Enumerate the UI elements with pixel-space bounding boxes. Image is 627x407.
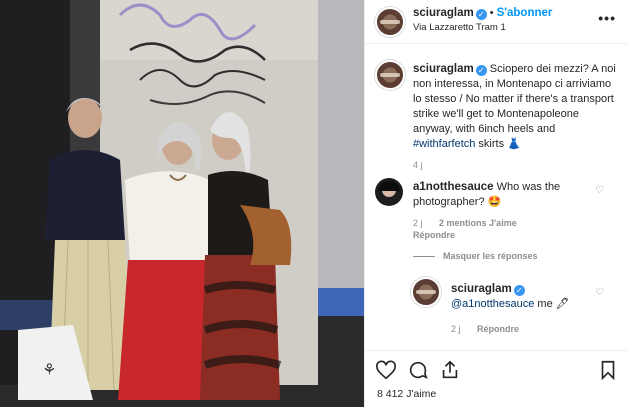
like-heart-icon[interactable] <box>375 359 397 381</box>
verified-badge-icon: ✓ <box>475 9 487 20</box>
reply-text: me 🖋 <box>534 298 570 310</box>
caption-username[interactable]: sciuraglam <box>413 63 474 75</box>
header-username[interactable]: sciuraglam <box>413 7 474 19</box>
verified-badge-icon: ✓ <box>475 65 487 76</box>
post-side-panel: sciuraglam ✓ • S'abonner Via Lazzaretto Tra… <box>364 0 627 407</box>
reply-comment: sciuraglam ✓ @a1notthesauce me 🖋 2 j Répo… <box>451 282 591 334</box>
post-photo[interactable]: ⚘ <box>0 0 364 407</box>
comments-section: sciuraglam ✓ Sciopero dei mezzi? A noi no… <box>365 45 627 350</box>
commenter-username[interactable]: a1notthesauce <box>413 181 494 193</box>
likes-count[interactable]: 8 412 J'aime <box>377 388 436 400</box>
hashtag-link[interactable]: #withfarfetch <box>413 138 475 150</box>
post-actions: 8 412 J'aime <box>365 350 627 407</box>
comment: a1notthesauce Who was the photographer? … <box>413 180 593 261</box>
mention-link[interactable]: @a1notthesauce <box>451 298 534 310</box>
location-link[interactable]: Via Lazzaretto Tram 1 <box>413 22 506 33</box>
post-header: sciuraglam ✓ • S'abonner Via Lazzaretto Tra… <box>365 0 627 44</box>
comment-like-heart-icon[interactable]: ♡ <box>595 185 604 196</box>
comment-bubble-icon[interactable] <box>407 359 429 381</box>
caption-text-end: skirts 👗 <box>475 138 521 150</box>
commenter-avatar[interactable] <box>375 178 403 206</box>
photo-illustration: ⚘ <box>0 0 364 407</box>
caption-avatar[interactable] <box>375 60 405 90</box>
svg-text:⚘: ⚘ <box>42 360 56 379</box>
comment-time[interactable]: 2 j <box>413 218 423 228</box>
verified-badge-icon: ✓ <box>513 285 525 296</box>
reply-reply-button[interactable]: Répondre <box>477 324 519 334</box>
hide-replies-button[interactable]: Masquer les réponses <box>413 251 593 261</box>
follow-button[interactable]: S'abonner <box>497 7 553 19</box>
reply-button[interactable]: Répondre <box>413 230 455 240</box>
bookmark-icon[interactable] <box>597 359 619 381</box>
caption-time[interactable]: 4 j <box>413 160 618 170</box>
caption: sciuraglam ✓ Sciopero dei mezzi? A noi no… <box>413 62 618 170</box>
reply-username[interactable]: sciuraglam <box>451 283 512 295</box>
reply-time[interactable]: 2 j <box>451 324 461 334</box>
reply-like-heart-icon[interactable]: ♡ <box>595 287 604 298</box>
avatar[interactable] <box>375 7 405 37</box>
reply-avatar[interactable] <box>411 277 441 307</box>
share-icon[interactable] <box>439 359 461 381</box>
more-options-icon[interactable]: ••• <box>598 10 616 26</box>
comment-likes[interactable]: 2 mentions J'aime <box>439 218 517 228</box>
separator-dot: • <box>489 7 494 19</box>
